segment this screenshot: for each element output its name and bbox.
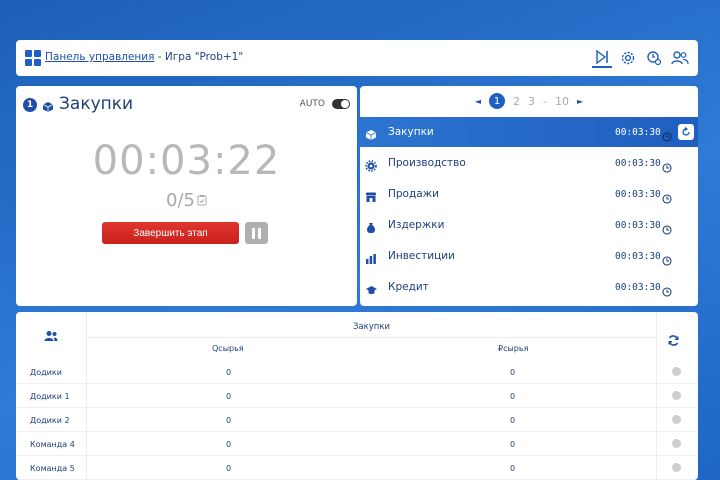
auto-label: AUTO [299,99,325,109]
stage-row-label: Производство [388,157,466,169]
pager-page-last[interactable]: 10 [555,95,569,108]
stage-row-label: Инвестиции [388,250,455,262]
stage-row-time: 00:03:30 [615,281,661,293]
header-divider [87,337,656,338]
price-value: 0 [510,416,516,425]
stage-row-production[interactable]: Производство 00:03:30 [360,148,698,178]
breadcrumb-dashboard-link[interactable]: Панель управления [45,51,154,63]
pause-icon [252,227,255,239]
col-header-price: ₽сырья [498,344,529,353]
pager-page-2[interactable]: 2 [513,95,520,108]
users-icon [44,327,58,346]
step-number-badge: 1 [23,98,37,112]
status-dot [672,367,681,376]
status-dot [672,391,681,400]
submission-progress: 0/5 [166,190,195,211]
stage-row-time: 00:03:30 [615,188,661,200]
stage-row-time: 00:03:30 [615,219,661,231]
gear-icon [365,157,377,176]
stage-row-costs[interactable]: Издержки 00:03:30 [360,210,698,240]
pause-button[interactable] [245,222,268,244]
clock-icon[interactable] [662,189,672,208]
stage-row-label: Кредит [388,281,429,293]
stage-row-time: 00:03:30 [615,126,661,138]
dashboard-grid-icon[interactable] [25,50,41,66]
pager-page-3[interactable]: 3 [528,95,535,108]
clock-icon[interactable] [662,127,672,146]
quantity-value: 0 [226,440,232,449]
breadcrumb: Панель управления - Игра "Prob+1" [45,51,243,63]
clock-icon[interactable] [662,251,672,270]
table-row: Додики 0 0 [16,360,698,384]
table-group-title: Закупки [352,322,391,332]
breadcrumb-game-name: - Игра "Prob+1" [154,51,244,63]
team-name: Додики 1 [30,392,70,401]
store-icon [365,188,377,207]
stage-row-sales[interactable]: Продажи 00:03:30 [360,179,698,209]
stage-row-label: Издержки [388,219,445,231]
stopwatch-icon[interactable] [644,48,664,68]
pager-page-current[interactable]: 1 [489,93,505,109]
stage-title: Закупки [59,94,134,114]
table-row: Додики 1 0 0 [16,384,698,408]
cap-icon [365,281,378,300]
price-value: 0 [510,464,516,473]
price-value: 0 [510,368,516,377]
chart-bars-icon [365,250,377,269]
cube-icon [42,98,54,117]
results-table: Закупки Qсырья ₽сырья Додики 0 0 Додики … [16,312,698,480]
team-name: Додики 2 [30,416,70,425]
quantity-value: 0 [226,392,232,401]
users-icon[interactable] [670,48,690,68]
team-name: Команда 4 [30,440,75,449]
play-next-icon[interactable] [592,48,612,68]
stage-row-label: Закупки [388,126,434,138]
price-value: 0 [510,440,516,449]
status-dot [672,463,681,472]
price-value: 0 [510,392,516,401]
cube-icon [365,126,377,145]
money-bag-icon [365,219,377,238]
col-header-quantity: Qсырья [212,344,244,353]
table-row: Команда 5 0 0 [16,456,698,480]
team-name: Команда 5 [30,464,75,473]
stage-timer: 00:03:22 [92,138,281,184]
quantity-value: 0 [226,368,232,377]
quantity-value: 0 [226,416,232,425]
top-header: Панель управления - Игра "Prob+1" [16,40,698,76]
stage-row-time: 00:03:30 [615,157,661,169]
gear-icon[interactable] [618,48,638,68]
clock-icon[interactable] [662,158,672,177]
stage-row-label: Продажи [388,188,439,200]
pager-prev-icon[interactable]: ◄ [475,97,481,106]
stage-row-credit[interactable]: Кредит 00:03:30 [360,272,698,302]
reset-icon[interactable] [678,124,694,140]
finish-stage-button[interactable]: Завершить этап [102,222,239,244]
refresh-icon[interactable] [667,332,680,351]
table-row: Команда 4 0 0 [16,432,698,456]
status-dot [672,415,681,424]
clock-icon[interactable] [662,282,672,301]
stage-row-time: 00:03:30 [615,250,661,262]
table-row: Додики 2 0 0 [16,408,698,432]
quantity-value: 0 [226,464,232,473]
current-stage-card: 1 Закупки AUTO 00:03:22 0/5 Завершить эт… [16,86,357,306]
stage-row-purchases[interactable]: Закупки 00:03:30 [360,117,698,147]
status-dot [672,439,681,448]
auto-toggle[interactable] [332,99,350,109]
teams-column-header [16,312,86,360]
clock-icon[interactable] [662,220,672,239]
pager-dash: - [543,94,547,108]
stages-list-card: ◄ 1 2 3 - 10 ► Закупки 00:03:30 Производ… [360,86,698,306]
stages-pager: ◄ 1 2 3 - 10 ► [360,91,698,111]
pager-next-icon[interactable]: ► [577,97,583,106]
team-name: Додики [30,368,62,377]
stage-row-investments[interactable]: Инвестиции 00:03:30 [360,241,698,271]
clipboard-icon [197,190,207,211]
